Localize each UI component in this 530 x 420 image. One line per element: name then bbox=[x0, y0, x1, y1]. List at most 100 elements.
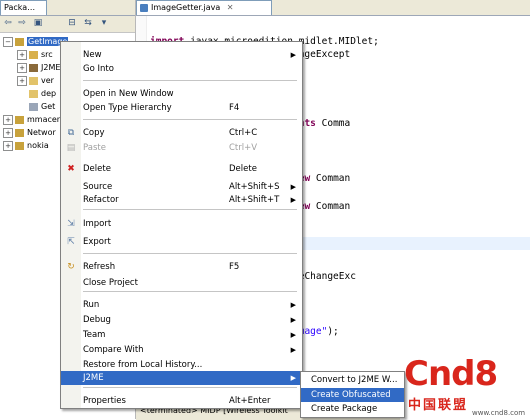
menu-item-label: Paste bbox=[83, 143, 106, 153]
submenu-arrow-icon: ▶ bbox=[290, 346, 296, 354]
menu-item-j2me[interactable]: J2ME ▶ bbox=[61, 371, 302, 385]
tree-item[interactable]: + src bbox=[17, 49, 53, 61]
close-icon[interactable]: ✕ bbox=[227, 3, 234, 12]
menu-item-label: Delete bbox=[83, 164, 111, 174]
tree-item[interactable]: Get bbox=[17, 101, 55, 113]
menu-separator bbox=[83, 80, 297, 81]
submenu-arrow-icon: ▶ bbox=[290, 301, 296, 309]
tree-item[interactable]: − GetImage bbox=[3, 36, 69, 48]
package-explorer-tab[interactable]: Packa… bbox=[0, 0, 47, 15]
project-icon bbox=[15, 115, 24, 124]
watermark-url: www.cnd8.com bbox=[472, 409, 526, 417]
menu-item-refresh[interactable]: ↻ Refresh F5 bbox=[61, 260, 302, 274]
menu-item-label: Source bbox=[83, 182, 113, 192]
tree-item[interactable]: + Networ bbox=[3, 127, 56, 139]
submenu-arrow-icon: ▶ bbox=[290, 331, 296, 339]
menu-item-label: Restore from Local History... bbox=[83, 360, 203, 370]
menu-item-label: Debug bbox=[83, 315, 111, 325]
menu-item-new[interactable]: New ▶ bbox=[61, 48, 302, 62]
tree-item-label: src bbox=[41, 50, 53, 59]
menu-item-shortcut: Ctrl+C bbox=[229, 128, 258, 138]
delete-icon: ✖ bbox=[67, 164, 75, 174]
explorer-toolbar: ⇦ ⇨ ▣ ⊟ ⇆ ▾ bbox=[0, 16, 135, 33]
menu-item-copy[interactable]: ⧉ Copy Ctrl+C bbox=[61, 126, 302, 140]
menu-separator bbox=[83, 291, 297, 292]
submenu-arrow-icon: ▶ bbox=[290, 183, 296, 191]
copy-icon: ⧉ bbox=[67, 128, 75, 138]
menu-item-label: New bbox=[83, 50, 102, 60]
menu-item-import[interactable]: ⇲ Import bbox=[61, 217, 302, 231]
project-icon bbox=[15, 128, 24, 137]
menu-item-label: Import bbox=[83, 219, 112, 229]
tree-item[interactable]: + mmacen bbox=[3, 114, 62, 126]
explorer-tab-bar: Packa… bbox=[0, 0, 135, 16]
export-icon: ⇱ bbox=[67, 237, 75, 247]
menu-item-source[interactable]: Source Alt+Shift+S ▶ bbox=[61, 180, 302, 194]
forward-arrow-icon[interactable]: ⇨ bbox=[16, 18, 28, 29]
link-editor-icon[interactable]: ⇆ bbox=[82, 18, 94, 29]
tree-item-label: Networ bbox=[27, 128, 56, 137]
project-icon bbox=[15, 37, 24, 46]
menu-item-open-type-hierarchy[interactable]: Open Type Hierarchy F4 bbox=[61, 101, 302, 115]
j2me-submenu: Convert to J2ME W... Create Obfuscated Cre… bbox=[300, 371, 405, 418]
up-folder-icon[interactable]: ▣ bbox=[32, 18, 44, 29]
menu-item-label: Copy bbox=[83, 128, 105, 138]
tree-item[interactable]: + ver bbox=[17, 75, 54, 87]
menu-item-restore-from-local-history[interactable]: Restore from Local History... bbox=[61, 358, 302, 372]
menu-item-shortcut: Ctrl+V bbox=[229, 143, 258, 153]
menu-item-paste: ▤ Paste Ctrl+V bbox=[61, 141, 302, 155]
refresh-icon: ↻ bbox=[67, 262, 75, 272]
context-menu: New ▶ Go Into Open in New Window Open Type H… bbox=[60, 41, 303, 409]
menu-item-label: Run bbox=[83, 300, 100, 310]
menu-item-label: J2ME bbox=[83, 373, 104, 383]
tree-item[interactable]: + J2ME bbox=[17, 62, 60, 74]
expand-icon[interactable]: + bbox=[17, 75, 27, 86]
submenu-item-create-obfuscated[interactable]: Create Obfuscated bbox=[301, 387, 404, 402]
menu-item-delete[interactable]: ✖ Delete Delete bbox=[61, 162, 302, 176]
menu-item-open-in-new-window[interactable]: Open in New Window bbox=[61, 87, 302, 101]
menu-item-refactor[interactable]: Refactor Alt+Shift+T ▶ bbox=[61, 193, 302, 207]
menu-item-properties[interactable]: Properties Alt+Enter bbox=[61, 394, 302, 408]
back-arrow-icon[interactable]: ⇦ bbox=[2, 18, 14, 29]
expand-icon[interactable]: + bbox=[3, 140, 13, 151]
menu-item-compare-with[interactable]: Compare With ▶ bbox=[61, 343, 302, 357]
menu-separator bbox=[83, 253, 297, 254]
collapse-all-icon[interactable]: ⊟ bbox=[66, 18, 78, 29]
tree-item-label: Get bbox=[41, 102, 56, 111]
menu-item-debug[interactable]: Debug ▶ bbox=[61, 313, 302, 327]
submenu-item-convert-to-j2me-w[interactable]: Convert to J2ME W... bbox=[301, 373, 404, 387]
tree-item[interactable]: dep bbox=[17, 88, 56, 100]
menu-item-label: Open Type Hierarchy bbox=[83, 103, 172, 113]
menu-item-export[interactable]: ⇱ Export bbox=[61, 235, 302, 249]
library-icon bbox=[29, 63, 38, 72]
java-file-icon bbox=[140, 4, 148, 12]
source-folder-icon bbox=[29, 50, 38, 59]
project-icon bbox=[15, 141, 24, 150]
folder-icon bbox=[29, 89, 38, 98]
submenu-item-create-package[interactable]: Create Package bbox=[301, 402, 404, 416]
menu-item-run[interactable]: Run ▶ bbox=[61, 298, 302, 312]
view-menu-icon[interactable]: ▾ bbox=[98, 18, 110, 29]
expand-icon[interactable]: + bbox=[17, 62, 27, 73]
submenu-arrow-icon: ▶ bbox=[290, 316, 296, 324]
menu-item-team[interactable]: Team ▶ bbox=[61, 328, 302, 342]
menu-item-shortcut: Alt+Shift+T bbox=[229, 195, 280, 205]
menu-item-label: Close Project bbox=[83, 278, 138, 288]
menu-item-label: Go Into bbox=[83, 64, 114, 74]
menu-item-go-into[interactable]: Go Into bbox=[61, 62, 302, 76]
expand-icon[interactable]: + bbox=[3, 127, 13, 138]
menu-separator bbox=[83, 119, 297, 120]
editor-tab-imagegetter[interactable]: ImageGetter.java ✕ bbox=[136, 0, 272, 15]
menu-item-shortcut: Alt+Shift+S bbox=[229, 182, 280, 192]
menu-item-label: Refactor bbox=[83, 195, 119, 205]
menu-item-shortcut: Alt+Enter bbox=[229, 396, 271, 406]
editor-tab-label: ImageGetter.java bbox=[151, 3, 221, 12]
submenu-arrow-icon: ▶ bbox=[290, 196, 296, 204]
menu-item-close-project[interactable]: Close Project bbox=[61, 276, 302, 290]
expand-icon[interactable]: + bbox=[17, 49, 27, 60]
tree-item[interactable]: + nokia bbox=[3, 140, 49, 152]
expand-icon[interactable]: + bbox=[3, 114, 13, 125]
menu-item-label: Compare With bbox=[83, 345, 144, 355]
collapse-icon[interactable]: − bbox=[3, 36, 13, 47]
menu-item-shortcut: F4 bbox=[229, 103, 240, 113]
